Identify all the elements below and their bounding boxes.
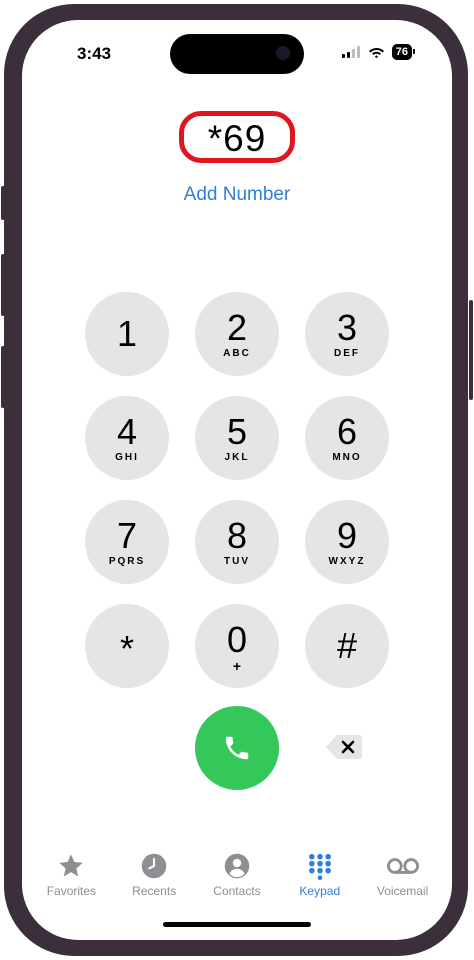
tab-favorites[interactable]: Favorites: [31, 852, 111, 898]
key-9[interactable]: 9 WXYZ: [305, 500, 389, 584]
key-letters: WXYZ: [328, 555, 366, 567]
key-digit: 7: [116, 514, 138, 556]
phone-screen: 3:43 76 * 6 9 Add Number 1 2 ABC 3 DEF 4 G…: [22, 20, 452, 940]
wifi-icon: [368, 48, 384, 58]
key-4[interactable]: 4 GHI: [85, 396, 169, 480]
status-icons: 76: [341, 44, 416, 60]
key-digit: 6: [336, 410, 358, 452]
key-7[interactable]: 7 PQRS: [85, 500, 169, 584]
tab-bar: Favorites Recents Contacts Keypad Voicem…: [22, 852, 452, 898]
key-pound[interactable]: #: [305, 604, 389, 688]
key-digit: 3: [336, 306, 358, 348]
key-letters: ABC: [223, 347, 251, 359]
key-letters: GHI: [115, 451, 139, 463]
key-6[interactable]: 6 MNO: [305, 396, 389, 480]
key-letters: MNO: [332, 451, 362, 463]
home-indicator: [163, 922, 311, 927]
volume-down-button: [1, 346, 5, 408]
voicemail-icon: [386, 858, 419, 874]
key-8[interactable]: 8 TUV: [195, 500, 279, 584]
keypad-grid: 1 2 ABC 3 DEF 4 GHI 5 JKL 6 MNO 7 PQRS 8: [85, 292, 389, 688]
tab-keypad[interactable]: Keypad: [280, 852, 360, 898]
phone-icon: [225, 736, 249, 760]
key-digit: 8: [226, 514, 248, 556]
status-time: 3:43: [77, 44, 112, 63]
highlight-annotation: [179, 111, 295, 163]
tab-label: Recents: [132, 884, 177, 898]
key-digit: 9: [336, 514, 358, 556]
call-button[interactable]: [195, 706, 279, 790]
keypad-icon: [308, 853, 331, 880]
key-digit: 0: [226, 618, 248, 660]
tab-label: Keypad: [299, 884, 341, 898]
battery-indicator: 76: [391, 44, 416, 60]
key-digit: *: [119, 628, 134, 669]
key-3[interactable]: 3 DEF: [305, 292, 389, 376]
key-letters: DEF: [334, 347, 360, 359]
tab-label: Favorites: [46, 884, 97, 898]
key-letters: +: [232, 657, 242, 674]
key-digit: 1: [116, 312, 138, 354]
key-digit: 5: [226, 410, 248, 452]
key-letters: JKL: [224, 451, 250, 463]
add-number-link[interactable]: Add Number: [22, 184, 452, 206]
tab-label: Voicemail: [376, 884, 429, 898]
key-digit: #: [336, 625, 358, 666]
cellular-signal-icon: [341, 46, 360, 58]
key-letters: PQRS: [108, 555, 146, 567]
key-letters: TUV: [224, 555, 250, 567]
tab-contacts[interactable]: Contacts: [197, 852, 277, 898]
action-button: [1, 186, 5, 220]
camera-icon: [276, 46, 290, 60]
power-button: [469, 300, 473, 400]
key-digit: 2: [226, 306, 248, 348]
volume-up-button: [1, 254, 5, 316]
tab-recents[interactable]: Recents: [114, 852, 194, 898]
delete-button[interactable]: [322, 732, 366, 762]
clock-icon: [141, 853, 167, 879]
key-5[interactable]: 5 JKL: [195, 396, 279, 480]
key-0[interactable]: 0 +: [195, 604, 279, 688]
key-2[interactable]: 2 ABC: [195, 292, 279, 376]
dynamic-island: [170, 34, 304, 74]
star-icon: [59, 854, 84, 877]
key-1[interactable]: 1: [85, 292, 169, 376]
key-star[interactable]: *: [85, 604, 169, 688]
tab-voicemail[interactable]: Voicemail: [363, 852, 443, 898]
backspace-icon: [326, 735, 362, 759]
person-icon: [224, 853, 250, 879]
tab-label: Contacts: [213, 884, 261, 898]
key-digit: 4: [116, 410, 138, 452]
